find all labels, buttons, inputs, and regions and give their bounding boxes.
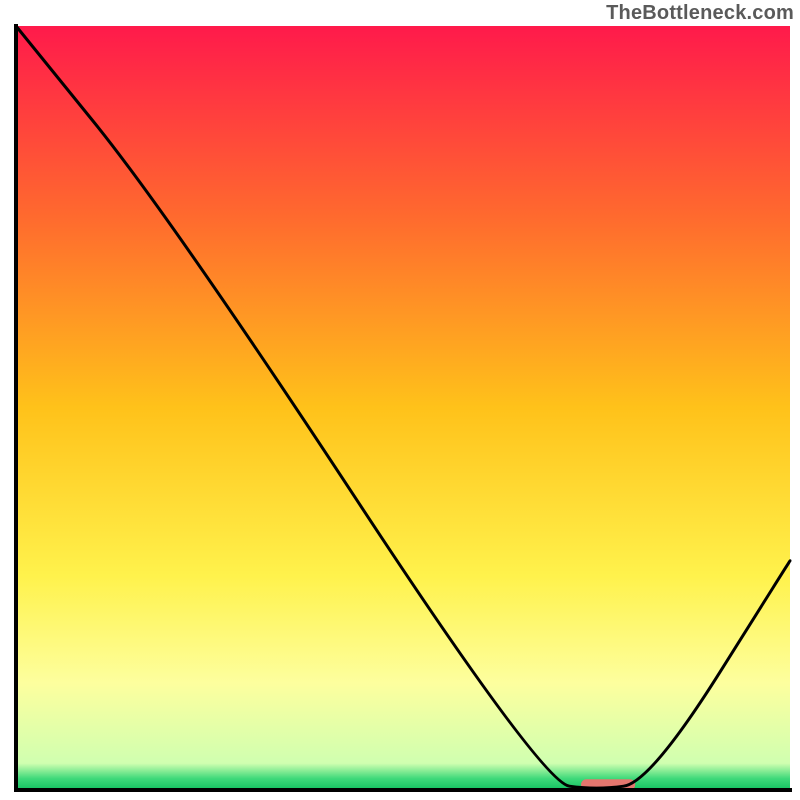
gradient-background	[16, 26, 790, 790]
chart-container: TheBottleneck.com	[0, 0, 800, 800]
bottleneck-curve-plot	[0, 0, 800, 800]
watermark-text: TheBottleneck.com	[606, 2, 794, 25]
